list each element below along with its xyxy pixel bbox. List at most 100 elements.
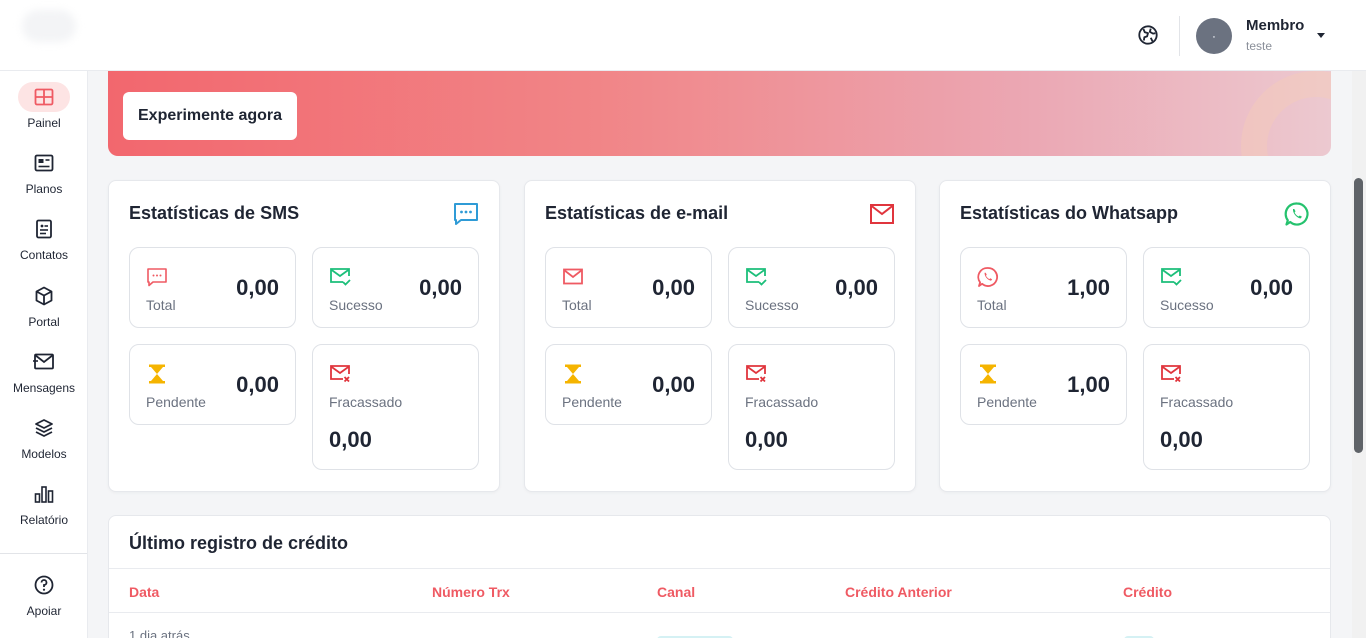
stat-value: 0,00 [652, 275, 695, 300]
stat-label: Fracassado [329, 394, 403, 410]
mail-x-icon [330, 365, 350, 383]
column-header-previous-credit[interactable]: Crédito Anterior [845, 584, 952, 600]
stat-value: 0,00 [835, 275, 878, 300]
success-stat-box: Sucesso 0,00 [728, 247, 895, 328]
column-header-canal[interactable]: Canal [657, 584, 695, 600]
sidebar-item-label: Contatos [19, 248, 69, 262]
failed-stat-box: Fracassado 0,00 [312, 344, 479, 470]
mail-x-icon [1161, 365, 1181, 383]
stat-label: Fracassado [745, 394, 819, 410]
mail-check-icon [330, 268, 351, 286]
sidebar-item-mensagens[interactable]: Mensagens [0, 347, 88, 395]
sidebar-item-relatorio[interactable]: Relatório [0, 479, 88, 527]
stat-label: Sucesso [745, 297, 799, 313]
contacts-icon [18, 214, 70, 244]
stat-value: 0,00 [745, 427, 788, 452]
stat-value: 0,00 [419, 275, 462, 300]
dashboard-grid-icon [18, 82, 70, 112]
envelope-icon [563, 268, 583, 285]
sidebar-item-contatos[interactable]: Contatos [0, 214, 88, 262]
stat-value: 0,00 [652, 372, 695, 397]
column-header-credit[interactable]: Crédito [1123, 584, 1172, 600]
top-bar: ● Membro teste [0, 0, 1366, 71]
sidebar-item-label: Painel [27, 116, 61, 130]
stat-value: 0,00 [236, 372, 279, 397]
help-circle-icon [18, 570, 70, 600]
stat-label: Total [977, 297, 1007, 313]
whatsapp-icon [977, 267, 998, 287]
plans-icon [18, 148, 70, 178]
sms-chat-icon [454, 203, 478, 225]
scrollbar-thumb[interactable] [1354, 178, 1363, 453]
user-subtitle: teste [1246, 39, 1273, 53]
stat-value: 1,00 [1067, 372, 1110, 397]
sms-chat-icon [147, 268, 167, 287]
sidebar-item-label: Relatório [19, 513, 69, 527]
table-header: Data Número Trx Canal Crédito Anterior C… [109, 568, 1330, 613]
card-title: Estatísticas de e-mail [545, 203, 729, 223]
promo-banner: Experimente agora [108, 71, 1331, 156]
pending-stat-box: Pendente 1,00 [960, 344, 1127, 425]
gateway-cube-icon [18, 281, 70, 311]
stat-label: Total [562, 297, 592, 313]
user-name[interactable]: Membro [1246, 17, 1304, 34]
stat-value: 0,00 [1250, 275, 1293, 300]
total-stat-box: Total 0,00 [129, 247, 296, 328]
layers-icon [18, 413, 70, 443]
stat-label: Pendente [146, 394, 206, 410]
table-cell-date: 1 dia atrás [129, 628, 190, 638]
stat-label: Pendente [977, 394, 1037, 410]
stat-value: 0,00 [236, 275, 279, 300]
failed-stat-box: Fracassado 0,00 [728, 344, 895, 470]
pending-stat-box: Pendente 0,00 [129, 344, 296, 425]
whatsapp-stats-card: Estatísticas do Whatsapp Total 1,00 Suce… [939, 180, 1331, 492]
stat-value: 0,00 [1160, 427, 1203, 452]
sidebar: Painel Planos Contatos Portal Mensagens … [0, 71, 88, 638]
sidebar-divider [0, 553, 87, 554]
section-title: Último registro de crédito [129, 533, 349, 553]
failed-stat-box: Fracassado 0,00 [1143, 344, 1310, 470]
stat-label: Sucesso [329, 297, 383, 313]
success-stat-box: Sucesso 0,00 [312, 247, 479, 328]
sidebar-item-portal[interactable]: Portal [0, 281, 88, 329]
success-stat-box: Sucesso 0,00 [1143, 247, 1310, 328]
sms-stats-card: Estatísticas de SMS Total 0,00 Sucesso 0… [108, 180, 500, 492]
column-header-data[interactable]: Data [129, 584, 159, 600]
total-stat-box: Total 1,00 [960, 247, 1127, 328]
stat-label: Pendente [562, 394, 622, 410]
avatar[interactable]: ● [1196, 18, 1232, 54]
sidebar-item-apoiar[interactable]: Apoiar [0, 570, 88, 618]
bar-chart-icon [18, 479, 70, 509]
sidebar-item-label: Planos [25, 182, 63, 196]
messages-icon [18, 347, 70, 377]
globe-icon[interactable] [1137, 24, 1159, 46]
chevron-down-icon[interactable] [1317, 33, 1325, 38]
total-stat-box: Total 0,00 [545, 247, 712, 328]
email-stats-card: Estatísticas de e-mail Total 0,00 Sucess… [524, 180, 916, 492]
hourglass-icon [149, 364, 165, 384]
sidebar-item-label: Portal [28, 315, 60, 329]
logo[interactable] [22, 10, 76, 42]
mail-x-icon [746, 365, 766, 383]
header-divider [1179, 16, 1180, 56]
sidebar-item-modelos[interactable]: Modelos [0, 413, 88, 461]
try-now-button[interactable]: Experimente agora [123, 92, 298, 140]
sidebar-item-planos[interactable]: Planos [0, 148, 88, 196]
stat-label: Sucesso [1160, 297, 1214, 313]
hourglass-icon [980, 364, 996, 384]
banner-decoration [1241, 71, 1331, 156]
envelope-icon [870, 204, 894, 224]
column-header-trx[interactable]: Número Trx [432, 584, 510, 600]
sidebar-item-label: Mensagens [12, 381, 76, 395]
mail-check-icon [746, 268, 767, 286]
sidebar-item-label: Apoiar [26, 604, 62, 618]
stat-value: 0,00 [329, 427, 372, 452]
credit-log-card: Último registro de crédito Data Número T… [108, 515, 1331, 638]
pending-stat-box: Pendente 0,00 [545, 344, 712, 425]
sidebar-item-label: Modelos [21, 447, 67, 461]
sidebar-item-painel[interactable]: Painel [0, 82, 88, 130]
stat-label: Fracassado [1160, 394, 1234, 410]
card-title: Estatísticas de SMS [129, 203, 300, 223]
stat-label: Total [146, 297, 176, 313]
mail-check-icon [1161, 268, 1182, 286]
